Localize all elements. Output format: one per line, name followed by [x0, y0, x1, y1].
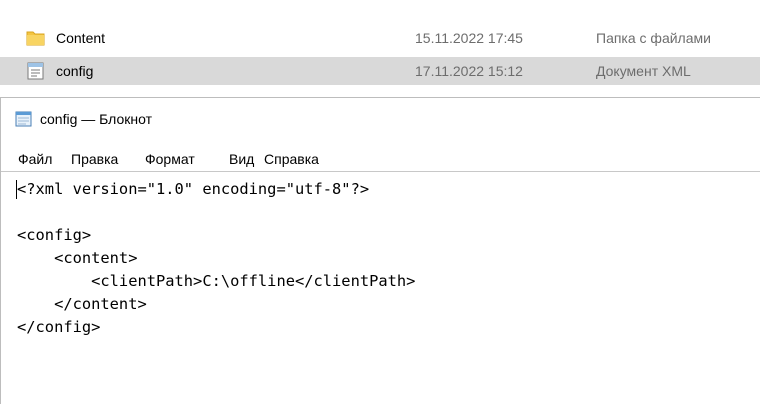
title-bar[interactable]: config — Блокнот	[1, 98, 760, 140]
menu-format[interactable]: Формат	[145, 151, 195, 167]
menu-help[interactable]: Справка	[264, 151, 319, 167]
notepad-icon	[14, 110, 34, 128]
menu-file[interactable]: Файл	[18, 151, 52, 167]
menu-view[interactable]: Вид	[229, 151, 254, 167]
file-type: Папка с файлами	[596, 30, 711, 46]
file-date: 15.11.2022 17:45	[415, 30, 523, 46]
xml-document-icon	[26, 62, 46, 80]
menu-bar: Файл Правка Формат Вид Справка	[1, 146, 760, 167]
editor-content[interactable]: <?xml version="1.0" encoding="utf-8"?> <…	[17, 178, 415, 339]
notepad-window: config — Блокнот Файл Правка Формат Вид …	[0, 97, 760, 405]
file-name: Content	[56, 30, 106, 46]
file-row-content[interactable]: Content 15.11.2022 17:45 Папка с файлами	[0, 24, 760, 52]
window-title: config — Блокнот	[40, 111, 153, 127]
menu-edit[interactable]: Правка	[71, 151, 118, 167]
file-explorer-list: Content 15.11.2022 17:45 Папка с файлами…	[0, 0, 760, 90]
text-editor[interactable]: <?xml version="1.0" encoding="utf-8"?> <…	[1, 171, 760, 405]
file-date: 17.11.2022 15:12	[415, 63, 523, 79]
file-row-config[interactable]: config 17.11.2022 15:12 Документ XML	[0, 57, 760, 85]
file-type: Документ XML	[596, 63, 691, 79]
folder-icon	[26, 29, 46, 47]
file-name: config	[56, 63, 94, 79]
